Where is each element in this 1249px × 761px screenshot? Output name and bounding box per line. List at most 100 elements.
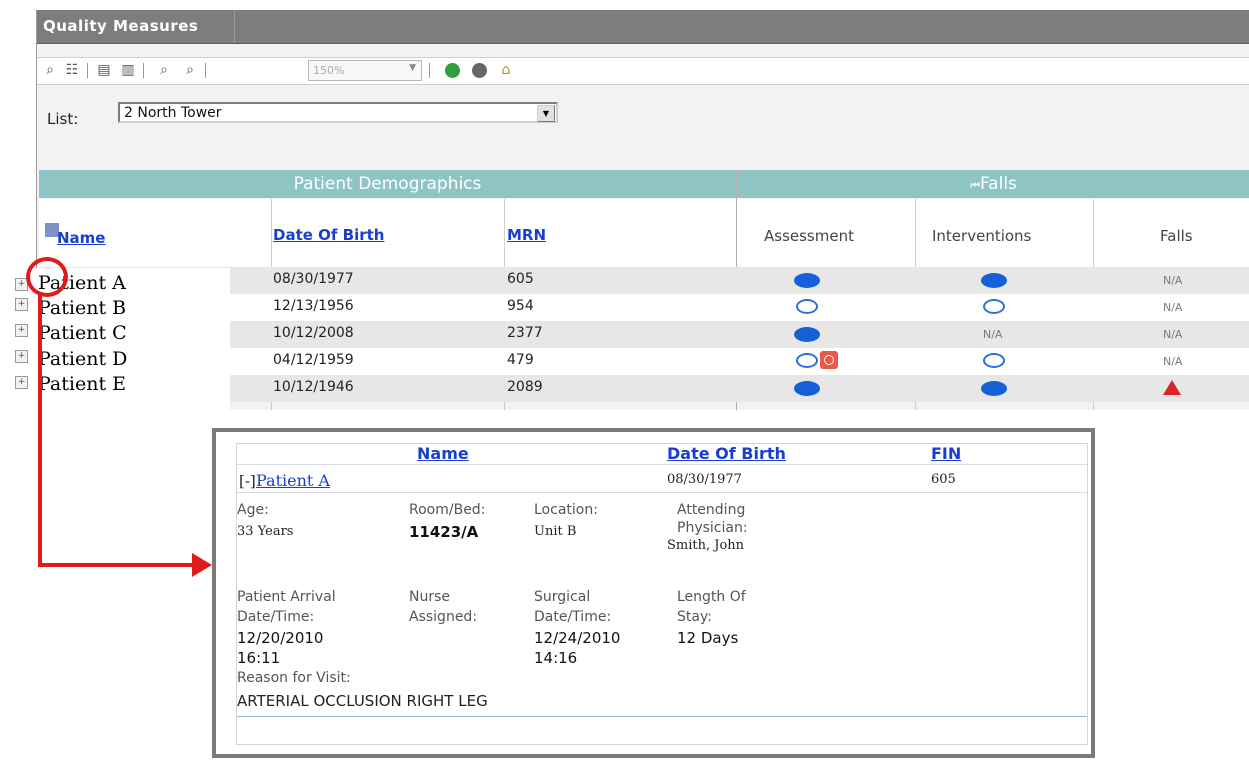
room-bed-label: Room/Bed: xyxy=(409,502,486,518)
toolbar-separator xyxy=(87,63,88,78)
column-header-interventions[interactable]: Interventions xyxy=(932,227,1031,245)
title-bar: Quality Measures xyxy=(37,10,1249,44)
room-bed-value: 11423/A xyxy=(409,523,479,541)
clock-overdue-icon[interactable] xyxy=(820,351,838,369)
detail-header-fin[interactable]: FIN xyxy=(931,444,961,463)
zoom-in-icon[interactable]: ⌕ xyxy=(153,61,175,79)
save-icon[interactable]: ▤ xyxy=(93,61,115,79)
expand-icon[interactable]: + xyxy=(15,350,28,363)
falls-cell: N/A xyxy=(1163,355,1183,368)
home-icon[interactable]: ⌂ xyxy=(495,61,517,79)
column-header-falls[interactable]: Falls xyxy=(1160,227,1193,245)
location-label: Location: xyxy=(534,502,598,518)
attending-value: Smith, John xyxy=(667,538,745,553)
attending-label-line1: Attending xyxy=(677,502,746,518)
patient-name[interactable]: Patient D xyxy=(38,348,127,370)
detail-fin-value: 605 xyxy=(931,472,956,487)
dob-cell: 08/30/1977 xyxy=(273,271,354,287)
mrn-cell: 605 xyxy=(507,271,534,287)
binoculars-icon[interactable]: ⌕ xyxy=(39,61,61,79)
column-headers: Name Date Of Birth MRN Assessment Interv… xyxy=(39,199,1249,267)
fall-alert-icon[interactable] xyxy=(1163,380,1181,395)
detail-header-name[interactable]: Name xyxy=(417,444,469,463)
column-header-assessment[interactable]: Assessment xyxy=(764,227,854,245)
mrn-cell: 954 xyxy=(507,298,534,314)
interventions-complete-icon[interactable] xyxy=(981,381,1007,396)
toolbar-separator xyxy=(429,63,430,78)
interventions-pending-icon[interactable] xyxy=(983,353,1005,368)
patient-detail-panel: Name Date Of Birth FIN [-] Patient A 08/… xyxy=(212,428,1095,758)
surgical-time-value: 14:16 xyxy=(534,649,578,667)
los-label-line1: Length Of xyxy=(677,589,746,605)
patient-name-link[interactable]: Patient A xyxy=(256,471,330,490)
arrival-time-value: 16:11 xyxy=(237,649,281,667)
assessment-complete-icon[interactable] xyxy=(794,381,820,396)
falls-group-title: Falls xyxy=(979,174,1017,194)
los-value: 12 Days xyxy=(677,629,739,647)
detail-dob-value: 08/30/1977 xyxy=(667,472,742,487)
window-title: Quality Measures xyxy=(43,17,199,35)
detail-header-dob[interactable]: Date Of Birth xyxy=(667,444,786,463)
column-header-dob[interactable]: Date Of Birth xyxy=(273,226,384,244)
surgical-label-line2: Date/Time: xyxy=(534,609,612,625)
falls-cell: N/A xyxy=(1163,301,1183,314)
falls-cell: N/A xyxy=(1163,274,1183,287)
back-icon[interactable] xyxy=(445,63,460,78)
toolbar-separator xyxy=(205,63,206,78)
mrn-cell: 2377 xyxy=(507,325,543,341)
arrival-label-line2: Date/Time: xyxy=(237,609,315,625)
falls-cell: N/A xyxy=(1163,328,1183,341)
nurse-label-line2: Assigned: xyxy=(409,609,478,625)
list-selected-value: 2 North Tower xyxy=(124,105,222,121)
location-value: Unit B xyxy=(534,524,577,539)
reason-label: Reason for Visit: xyxy=(237,670,351,686)
chevron-down-icon: ▼ xyxy=(409,63,416,73)
interventions-cell: N/A xyxy=(983,328,1003,341)
patient-name[interactable]: Patient B xyxy=(38,297,126,319)
list-row: List: 2 North Tower ▼ xyxy=(37,102,1249,134)
patient-name[interactable]: Patient E xyxy=(38,373,126,395)
zoom-out-icon[interactable]: ⌕ xyxy=(179,61,201,79)
surgical-label-line1: Surgical xyxy=(534,589,591,605)
chevron-down-icon[interactable]: ▼ xyxy=(537,105,555,122)
los-label-line2: Stay: xyxy=(677,609,712,625)
first-page-icon[interactable]: ⏮ xyxy=(970,179,980,192)
patient-name[interactable]: Patient C xyxy=(38,322,127,344)
expand-icon[interactable]: + xyxy=(15,324,28,337)
interventions-complete-icon[interactable] xyxy=(981,273,1007,288)
expand-icon[interactable]: + xyxy=(15,298,28,311)
toolbar: ⌕ ☷ ▤ ▥ ⌕ ⌕ 150% ▼ ⌂ xyxy=(37,57,1249,85)
assessment-pending-icon[interactable] xyxy=(796,353,818,368)
arrival-label-line1: Patient Arrival xyxy=(237,589,336,605)
header-divider xyxy=(237,464,1087,465)
export-icon[interactable]: ▥ xyxy=(117,61,139,79)
assessment-complete-icon[interactable] xyxy=(794,273,820,288)
surgical-date-value: 12/24/2010 xyxy=(534,629,621,647)
zoom-value: 150% xyxy=(313,64,345,77)
bottom-divider xyxy=(237,716,1087,717)
callout-line-vertical xyxy=(38,295,42,567)
column-header-name[interactable]: Name xyxy=(57,229,105,247)
expand-icon[interactable]: + xyxy=(15,376,28,389)
attending-label-line2: Physician: xyxy=(677,520,748,536)
callout-line-horizontal xyxy=(38,563,198,567)
column-header-mrn[interactable]: MRN xyxy=(507,226,546,244)
age-label: Age: xyxy=(237,502,269,518)
list-select[interactable]: 2 North Tower ▼ xyxy=(118,102,558,123)
patient-demographics-header: Patient Demographics xyxy=(39,170,737,198)
dob-cell: 10/12/2008 xyxy=(273,325,354,341)
document-icon[interactable]: ☷ xyxy=(61,61,83,79)
nurse-label-line1: Nurse xyxy=(409,589,451,605)
zoom-select[interactable]: 150% ▼ xyxy=(308,60,422,81)
collapse-toggle[interactable]: [-] xyxy=(239,472,256,490)
falls-group-header[interactable]: ⏮Falls xyxy=(737,170,1249,198)
list-label: List: xyxy=(47,110,79,128)
dob-cell: 10/12/1946 xyxy=(273,379,354,395)
stop-icon[interactable] xyxy=(472,63,487,78)
callout-arrowhead xyxy=(192,553,212,577)
assessment-pending-icon[interactable] xyxy=(796,299,818,314)
age-value: 33 Years xyxy=(237,524,294,539)
assessment-complete-icon[interactable] xyxy=(794,327,820,342)
interventions-pending-icon[interactable] xyxy=(983,299,1005,314)
toolbar-separator xyxy=(143,63,144,78)
